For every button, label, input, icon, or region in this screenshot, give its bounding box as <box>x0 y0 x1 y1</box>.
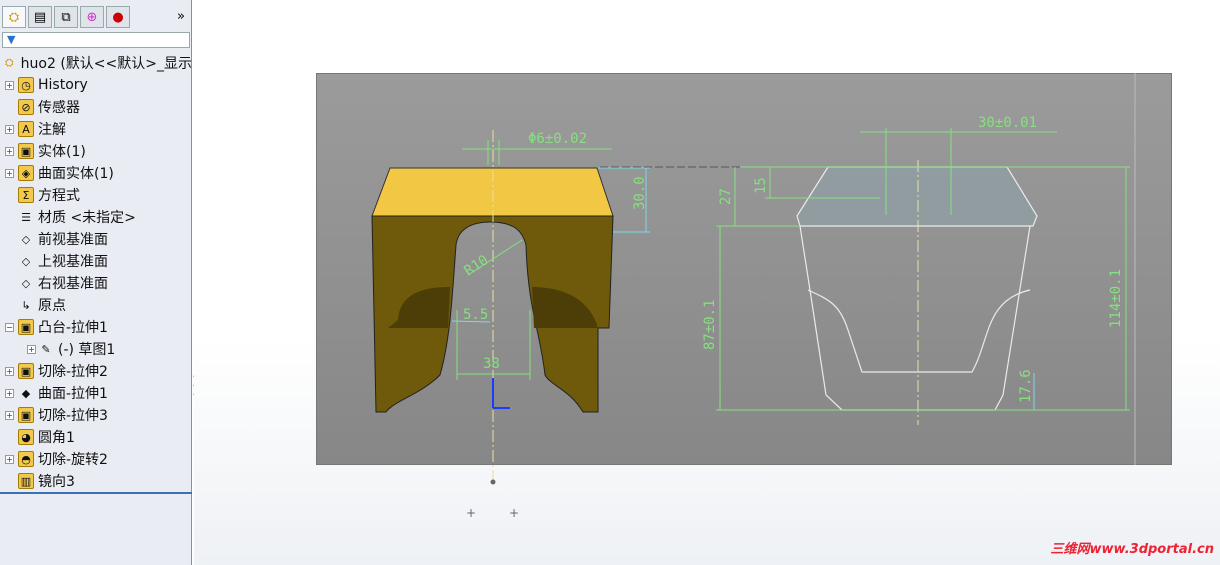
dim-30: 30.0 <box>632 176 648 210</box>
dim-phi6: Φ6±0.02 <box>528 131 587 147</box>
section-outline <box>796 166 1038 411</box>
sketch-point <box>490 479 496 485</box>
dim-17-6: 17.6 <box>1018 369 1034 403</box>
dim-87: 87±0.1 <box>702 299 718 350</box>
model-view: Φ6±0.02 30.0 R10 5.5 38 30±0.01 27 15 87… <box>371 73 1136 520</box>
dim-27: 27 <box>718 188 734 205</box>
watermark: 三维网www.3dportal.cn <box>1050 542 1214 557</box>
dim-r10: R10 <box>461 252 491 279</box>
dim-114: 114±0.1 <box>1108 269 1124 328</box>
dim-15: 15 <box>753 177 769 194</box>
sketch-point-marker: + <box>509 506 519 520</box>
dim-5-5: 5.5 <box>463 307 488 323</box>
dim-38: 38 <box>483 356 500 372</box>
dim-30-tol: 30±0.01 <box>978 115 1037 131</box>
sketch-point-marker: + <box>466 506 476 520</box>
